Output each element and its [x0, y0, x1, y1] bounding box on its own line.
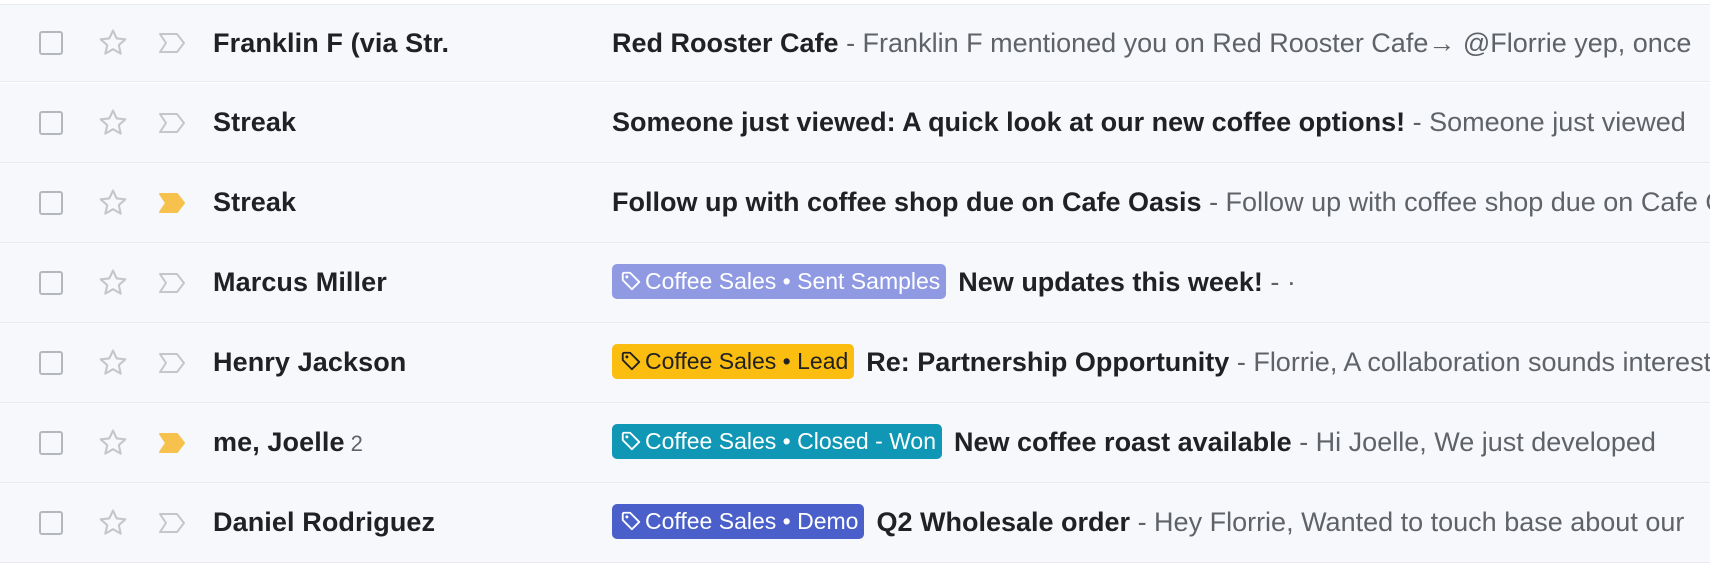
email-content: Follow up with coffee shop due on Cafe O… — [612, 163, 1710, 242]
select-checkbox[interactable] — [39, 270, 63, 295]
label-tag-icon — [621, 431, 641, 450]
email-row[interactable]: Franklin F (via Str. Red Rooster Cafe - … — [0, 4, 1710, 82]
select-checkbox[interactable] — [39, 110, 63, 135]
email-row[interactable]: Henry Jackson Coffee Sales • Lead Re: Par… — [0, 323, 1710, 403]
email-subject: New updates this week! — [958, 267, 1263, 297]
importance-marker-icon[interactable] — [158, 512, 186, 534]
star-icon[interactable] — [96, 346, 130, 380]
importance-marker-icon[interactable] — [158, 112, 186, 134]
label-chip-demo[interactable]: Coffee Sales • Demo — [612, 503, 865, 539]
label-text: Coffee Sales • Demo — [645, 507, 859, 534]
star-icon[interactable] — [96, 186, 130, 220]
importance-marker-icon[interactable] — [158, 32, 186, 54]
email-snippet: - Follow up with coffee shop due on Cafe… — [1209, 187, 1710, 217]
email-row[interactable]: me, Joelle 2 Coffee Sales • Closed - Won N… — [0, 403, 1710, 483]
email-content: Coffee Sales • Demo Q2 Wholesale order - … — [612, 483, 1710, 562]
importance-marker-icon[interactable] — [158, 432, 186, 454]
email-subject: New coffee roast available — [954, 427, 1292, 457]
thread-count: 2 — [350, 431, 363, 456]
sender-name: Streak — [213, 107, 297, 137]
select-checkbox[interactable] — [39, 350, 63, 375]
star-icon[interactable] — [96, 266, 130, 300]
label-tag-icon — [621, 351, 641, 370]
email-snippet: - Franklin F mentioned you on Red Rooste… — [846, 28, 1692, 58]
email-content: Coffee Sales • Closed - Won New coffee ro… — [612, 403, 1710, 482]
select-checkbox[interactable] — [39, 31, 63, 55]
label-chip-sent-samples[interactable]: Coffee Sales • Sent Samples — [612, 263, 947, 299]
star-icon[interactable] — [96, 506, 130, 540]
email-row[interactable]: Streak Someone just viewed: A quick look… — [0, 83, 1710, 163]
star-icon[interactable] — [96, 26, 130, 60]
select-checkbox[interactable] — [39, 510, 63, 535]
label-chip-lead[interactable]: Coffee Sales • Lead — [612, 343, 855, 379]
select-checkbox[interactable] — [39, 190, 63, 215]
email-subject: Someone just viewed: A quick look at our… — [612, 107, 1406, 137]
email-snippet: - Hey Florrie, Wanted to touch base abou… — [1137, 507, 1685, 537]
email-snippet: - Florrie, A collaboration sounds intere… — [1236, 347, 1710, 377]
email-list: Franklin F (via Str. Red Rooster Cafe - … — [0, 0, 1710, 568]
email-row[interactable]: Daniel Rodriguez Coffee Sales • Demo Q2 W… — [0, 483, 1710, 563]
email-row[interactable]: Streak Follow up with coffee shop due on… — [0, 163, 1710, 243]
sender-name: Franklin F (via Str. — [213, 28, 450, 58]
email-content: Someone just viewed: A quick look at our… — [612, 83, 1710, 162]
email-snippet: - Hi Joelle, We just developed — [1299, 427, 1656, 457]
email-subject: Follow up with coffee shop due on Cafe O… — [612, 187, 1202, 217]
email-snippet: - · — [1270, 267, 1296, 297]
email-subject: Red Rooster Cafe — [612, 28, 839, 58]
sender-name: Streak — [213, 187, 297, 217]
email-content: Coffee Sales • Lead Re: Partnership Oppor… — [612, 323, 1710, 402]
importance-marker-icon[interactable] — [158, 272, 186, 294]
label-text: Coffee Sales • Closed - Won — [645, 427, 937, 454]
sender-name: me, Joelle 2 — [213, 427, 363, 457]
label-text: Coffee Sales • Lead — [645, 347, 849, 374]
email-subject: Re: Partnership Opportunity — [866, 347, 1230, 377]
sender-name: Henry Jackson — [213, 347, 407, 377]
importance-marker-icon[interactable] — [158, 352, 186, 374]
email-snippet: - Someone just viewed — [1412, 107, 1686, 137]
email-content: Coffee Sales • Sent Samples New updates t… — [612, 243, 1710, 322]
label-tag-icon — [621, 511, 641, 530]
email-row[interactable]: Marcus Miller Coffee Sales • Sent Sample… — [0, 243, 1710, 323]
email-content: Red Rooster Cafe - Franklin F mentioned … — [612, 5, 1710, 82]
star-icon[interactable] — [96, 106, 130, 140]
label-tag-icon — [621, 271, 641, 290]
sender-name: Daniel Rodriguez — [213, 507, 436, 537]
sender-name: Marcus Miller — [213, 267, 387, 297]
star-icon[interactable] — [96, 426, 130, 460]
email-subject: Q2 Wholesale order — [876, 507, 1131, 537]
label-text: Coffee Sales • Sent Samples — [645, 267, 941, 294]
select-checkbox[interactable] — [39, 430, 63, 455]
label-chip-closed-won[interactable]: Coffee Sales • Closed - Won — [612, 423, 943, 459]
importance-marker-icon[interactable] — [158, 192, 186, 214]
